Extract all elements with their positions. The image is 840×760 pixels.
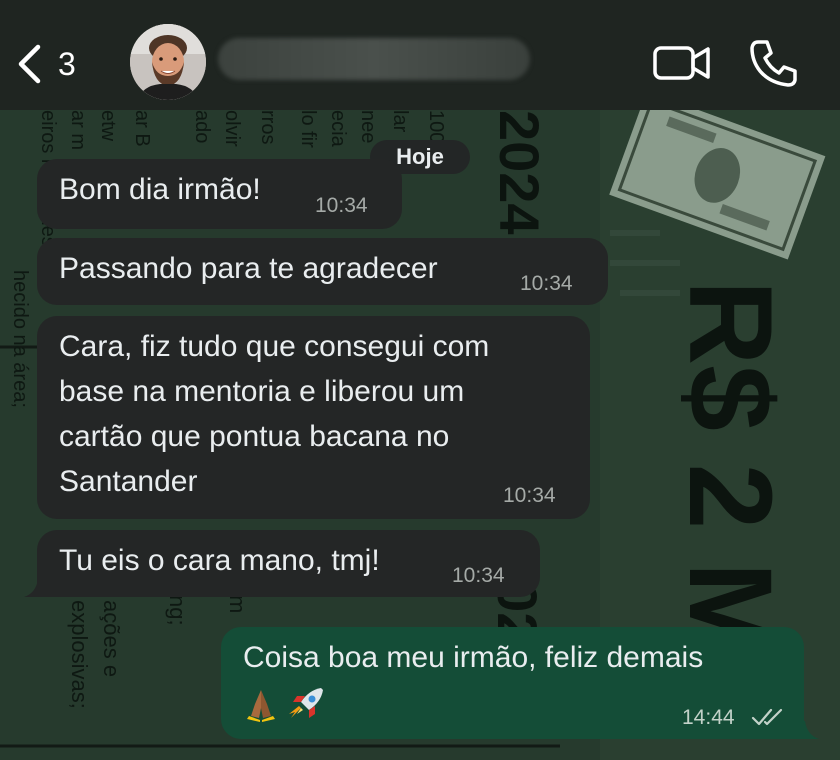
bg-amount: R$ 2 M (664, 280, 796, 660)
message-time: 10:34 (452, 564, 505, 587)
avatar-photo (130, 24, 206, 100)
folded-hands-icon (247, 690, 275, 723)
message-bubble-incoming[interactable]: Bom dia irmão! 10:34 (37, 159, 402, 229)
video-call-icon[interactable] (652, 40, 712, 86)
message-emoji (243, 686, 325, 723)
bg-fragment: rros (257, 110, 279, 144)
bg-fragment: lar (389, 110, 411, 133)
message-time: 10:34 (315, 194, 368, 217)
bg-fragment: olvir (221, 110, 243, 147)
rocket-icon (289, 688, 323, 719)
bg-fragment: lo fir (297, 110, 319, 148)
back-button[interactable]: 3 (16, 42, 76, 86)
message-bubble-incoming[interactable]: Cara, fiz tudo que consegui com base na … (37, 316, 590, 519)
message-text: Cara, fiz tudo que consegui com base na … (59, 330, 490, 498)
bg-fragment: nee (357, 110, 379, 143)
bubble-tail (797, 721, 819, 739)
bg-fragment: ado (191, 110, 213, 143)
message-time: 14:44 (682, 706, 735, 729)
message-time: 10:34 (503, 484, 556, 507)
bg-fragment: m (225, 595, 250, 613)
message-bubble-incoming[interactable]: Passando para te agradecer 10:34 (37, 238, 608, 305)
message-bubble-incoming[interactable]: Tu eis o cara mano, tmj! 10:34 (37, 530, 540, 597)
contact-name-redacted[interactable] (218, 38, 530, 80)
bg-year: 2024 (488, 110, 551, 235)
chevron-left-icon (18, 44, 41, 84)
chat-header: 3 (0, 0, 840, 110)
avatar[interactable] (130, 24, 206, 100)
bg-fragment: ar B (131, 110, 153, 147)
message-time: 10:34 (520, 272, 573, 295)
bg-fragment: ar m (67, 110, 89, 150)
unread-count: 3 (58, 45, 76, 82)
bg-fragment: 100 (425, 110, 447, 143)
bg-fragment: hecido na área; (9, 270, 31, 408)
phone-icon[interactable] (748, 38, 800, 88)
bubble-tail (24, 579, 46, 597)
bg-fragment: etw (97, 110, 119, 142)
bg-fragment: ações e (99, 600, 124, 677)
message-bubble-outgoing[interactable]: Coisa boa meu irmão, feliz demais 14:44 (221, 627, 804, 739)
read-receipt-icon (751, 708, 783, 726)
bg-fragment: ng; (165, 595, 190, 626)
bg-fragment: ecia (327, 110, 349, 148)
bg-fragment: explosivas; (67, 600, 92, 709)
